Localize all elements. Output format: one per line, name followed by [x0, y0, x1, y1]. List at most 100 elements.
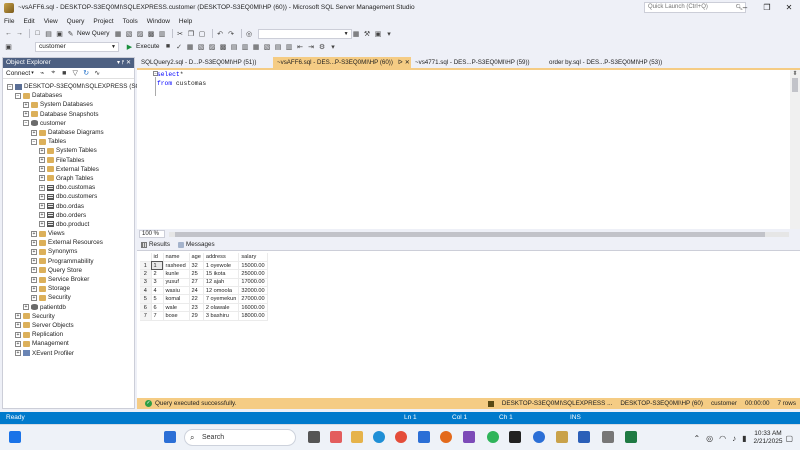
table-cell[interactable]: wasiu	[163, 286, 190, 296]
table-cell[interactable]: 29	[189, 311, 204, 321]
table-cell[interactable]: 3 bashiru	[203, 311, 240, 321]
tree-node[interactable]: + Programmability	[3, 257, 134, 266]
comment-icon[interactable]: ▤	[274, 42, 283, 51]
connect-icon[interactable]: ▣	[4, 42, 13, 51]
app-icon[interactable]	[463, 431, 475, 443]
options-icon[interactable]: ▾	[385, 29, 394, 38]
copy-icon[interactable]: ❐	[187, 29, 196, 38]
toolbox-icon[interactable]: ▣	[374, 29, 383, 38]
expand-icon[interactable]: +	[15, 340, 21, 347]
table-cell[interactable]: 32000.00	[238, 286, 268, 296]
new-query-button[interactable]: ✎ New Query	[66, 29, 110, 38]
connect-button[interactable]: Connect ▾	[6, 70, 34, 77]
table-cell[interactable]: wale	[163, 303, 190, 313]
tree-node[interactable]: + dbo.ordas	[3, 201, 134, 210]
new-item-icon[interactable]: □	[33, 29, 42, 38]
scroll-thumb[interactable]	[175, 232, 765, 237]
available-databases-select[interactable]: customer ▼	[35, 41, 119, 52]
table-cell[interactable]: rasheed	[163, 261, 190, 271]
network-icon[interactable]: ◎	[706, 434, 713, 443]
close-tab-icon[interactable]: ✕	[405, 59, 410, 66]
close-window-button[interactable]: ✕	[778, 0, 800, 15]
increase-indent-icon[interactable]: ⇥	[307, 42, 316, 51]
table-cell[interactable]: 1	[151, 261, 164, 271]
table-cell[interactable]: 2 olawale	[203, 303, 240, 313]
tree-node[interactable]: + Replication	[3, 330, 134, 339]
table-cell[interactable]: 6	[151, 303, 164, 313]
collapse-icon[interactable]: −	[23, 120, 29, 127]
table-cell[interactable]: 27000.00	[238, 294, 268, 304]
row-number[interactable]: 5	[140, 294, 152, 304]
edge-icon[interactable]	[373, 431, 385, 443]
menu-file[interactable]: File	[4, 18, 14, 25]
table-cell[interactable]: 18000.00	[238, 311, 268, 321]
menu-help[interactable]: Help	[179, 18, 192, 25]
table-cell[interactable]: 25000.00	[238, 269, 268, 279]
close-panel-icon[interactable]: ✕	[126, 60, 131, 66]
tree-node[interactable]: + Storage	[3, 284, 134, 293]
tree-node[interactable]: + Query Store	[3, 266, 134, 275]
panel-dropdown-icon[interactable]: ▾	[117, 60, 120, 66]
activity-icon[interactable]: ∿	[93, 69, 102, 78]
terminal-icon[interactable]	[509, 431, 521, 443]
table-cell[interactable]: 3	[151, 278, 164, 288]
tree-node[interactable]: + External Tables	[3, 165, 134, 174]
menu-window[interactable]: Window	[147, 18, 170, 25]
table-cell[interactable]: 2	[151, 269, 164, 279]
include-plan-icon[interactable]: ▩	[219, 42, 228, 51]
volume-icon[interactable]: ♪	[732, 434, 736, 443]
expand-icon[interactable]: +	[39, 166, 45, 173]
column-header[interactable]: salary	[238, 253, 268, 262]
open-icon[interactable]: ▤	[44, 29, 53, 38]
tree-node[interactable]: + External Resources	[3, 238, 134, 247]
tree-node[interactable]: + dbo.orders	[3, 211, 134, 220]
expand-icon[interactable]: +	[31, 129, 37, 136]
tree-node[interactable]: + Server Objects	[3, 321, 134, 330]
expand-icon[interactable]: +	[31, 294, 37, 301]
battery-icon[interactable]: ▮	[742, 434, 746, 443]
table-cell[interactable]: 15000.00	[238, 261, 268, 271]
expand-icon[interactable]: +	[39, 203, 45, 210]
expand-icon[interactable]: +	[23, 304, 29, 311]
query-editor[interactable]: − select* from customas ⬍	[137, 68, 800, 229]
tree-node[interactable]: − Databases	[3, 91, 134, 100]
tree-node[interactable]: + patientdb	[3, 303, 134, 312]
editor-vertical-scrollbar[interactable]: ⬍	[790, 70, 800, 229]
expand-icon[interactable]: +	[31, 267, 37, 274]
table-cell[interactable]: 22	[189, 294, 204, 304]
database-engine-query-icon[interactable]: ▦	[114, 29, 123, 38]
tree-node[interactable]: + Security	[3, 312, 134, 321]
widgets-icon[interactable]	[9, 431, 21, 443]
tab-messages[interactable]: Messages	[178, 241, 215, 248]
expand-icon[interactable]: +	[31, 248, 37, 255]
tab-document-3[interactable]: ~vs4771.sql - DES...P-S3EQ0MI\HP (59))	[411, 57, 545, 68]
row-number[interactable]: 1	[140, 261, 152, 271]
expand-icon[interactable]: +	[15, 331, 21, 338]
results-grid[interactable]: id name age address salary 1 1 rasheed 32 1 oyew…	[137, 250, 800, 398]
uncomment-icon[interactable]: ▥	[285, 42, 294, 51]
table-cell[interactable]: 27	[189, 278, 204, 288]
table-row[interactable]: 2 2 kunle 25 15 ikota 25000.00	[140, 269, 268, 279]
expand-icon[interactable]: +	[15, 313, 21, 320]
tree-node[interactable]: + Database Snapshots	[3, 110, 134, 119]
expand-icon[interactable]: +	[39, 147, 45, 154]
tree-node[interactable]: + Management	[3, 339, 134, 348]
tree-node[interactable]: + Synonyms	[3, 247, 134, 256]
start-icon[interactable]	[164, 431, 176, 443]
collapse-icon[interactable]: −	[31, 138, 37, 145]
expand-icon[interactable]: +	[31, 239, 37, 246]
undo-icon[interactable]: ↶	[216, 29, 225, 38]
table-cell[interactable]: 16000.00	[238, 303, 268, 313]
table-cell[interactable]: bose	[163, 311, 190, 321]
menu-view[interactable]: View	[44, 18, 58, 25]
expand-icon[interactable]: +	[23, 101, 29, 108]
table-cell[interactable]: 5	[151, 294, 164, 304]
collapse-icon[interactable]: −	[7, 83, 13, 90]
expand-icon[interactable]: +	[31, 285, 37, 292]
expand-icon[interactable]: +	[39, 157, 45, 164]
corner-cell[interactable]	[140, 253, 152, 262]
intellisense-icon[interactable]: ▨	[208, 42, 217, 51]
row-number[interactable]: 7	[140, 311, 152, 321]
table-cell[interactable]: 7 oyemekun	[203, 294, 240, 304]
expand-icon[interactable]: +	[31, 276, 37, 283]
